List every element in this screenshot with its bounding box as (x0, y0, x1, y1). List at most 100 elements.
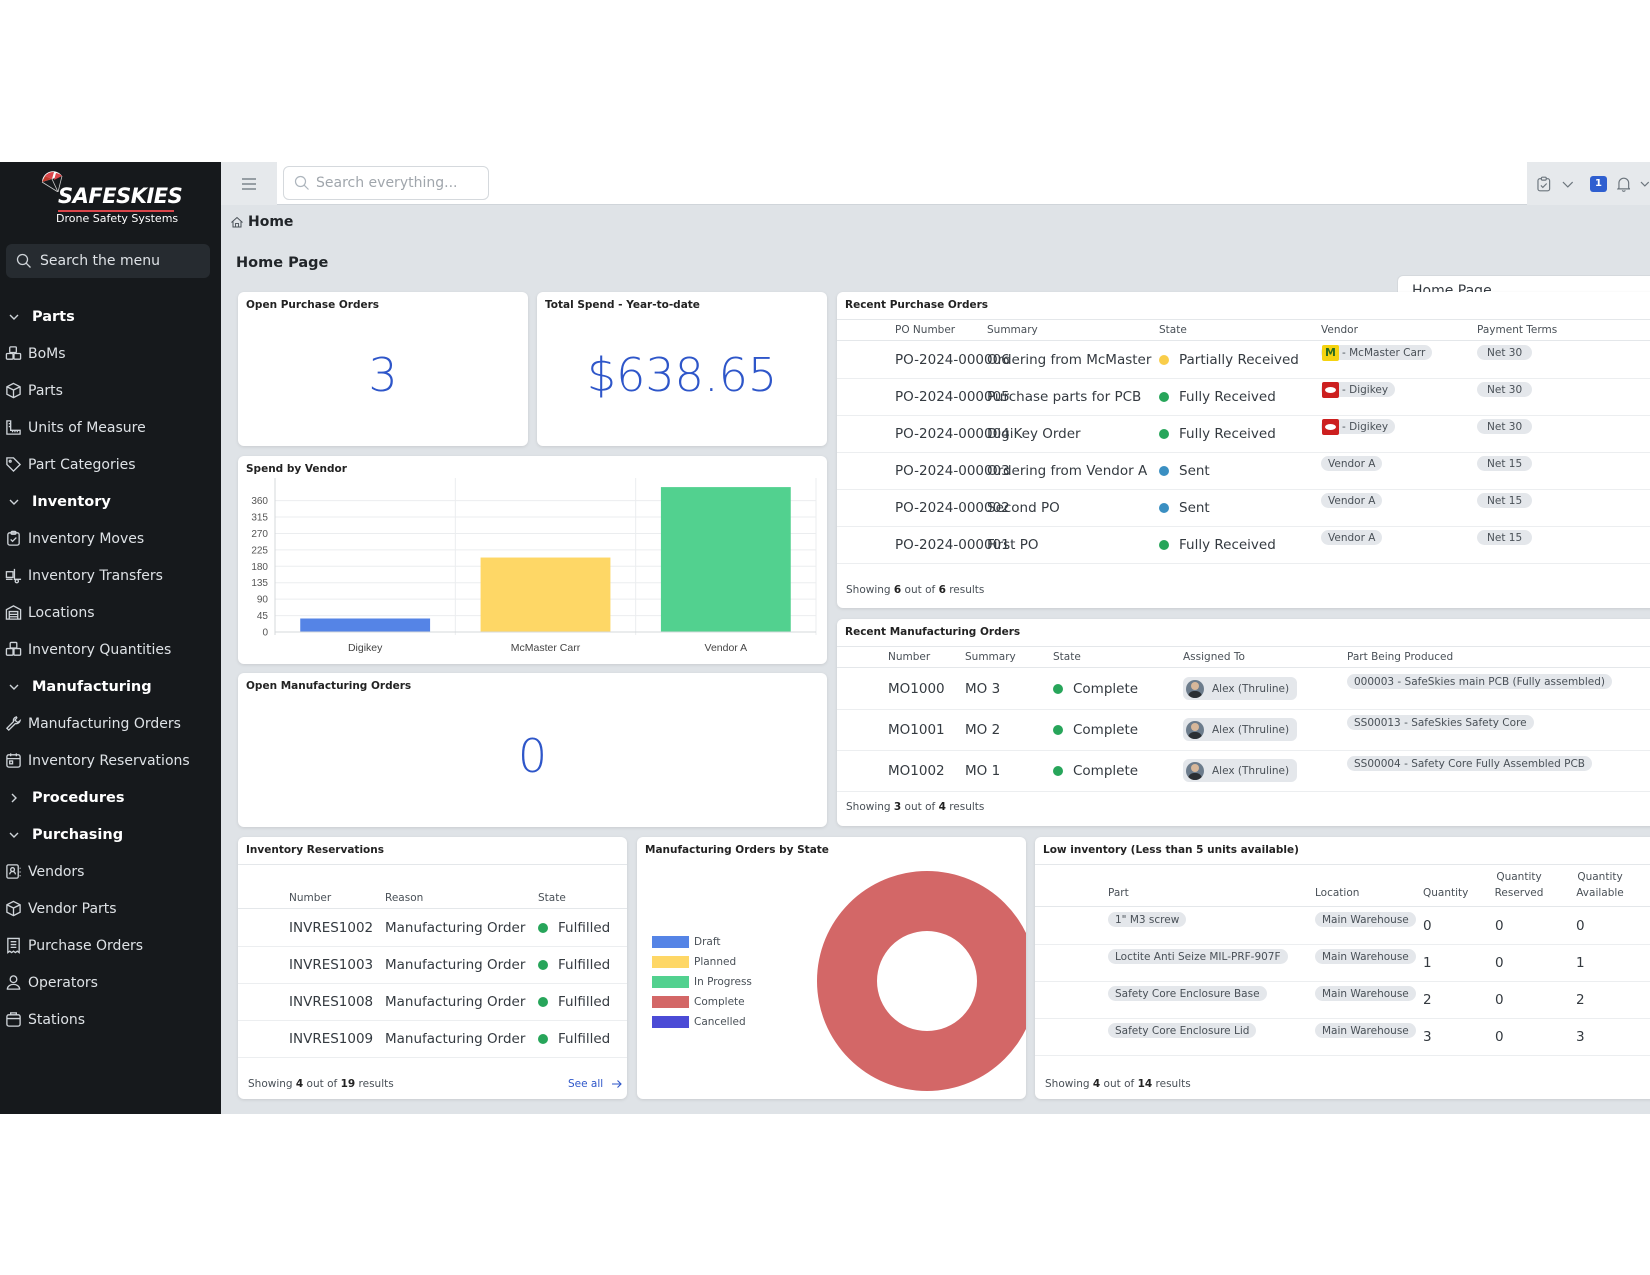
part-location[interactable]: Main Warehouse (1315, 944, 1416, 981)
part-name[interactable]: Loctite Anti Seize MIL-PRF-907F (1108, 944, 1288, 981)
table-row[interactable]: MO1000 MO 3 Complete Alex (Thruline) 000003 … (837, 668, 1650, 709)
sidebar-item-locations[interactable]: Locations (0, 594, 221, 631)
part-pill[interactable]: SS00013 - SafeSkies Safety Core (1347, 715, 1534, 730)
part-name[interactable]: Safety Core Enclosure Lid (1108, 1018, 1257, 1055)
sidebar-group-manufacturing[interactable]: Manufacturing (0, 668, 221, 705)
sidebar-item-inventory-moves[interactable]: Inventory Moves (0, 520, 221, 557)
sidebar-item-inventory-quantities[interactable]: Inventory Quantities (0, 631, 221, 668)
column-header[interactable]: Number (888, 649, 930, 665)
sidebar-item-stations[interactable]: Stations (0, 1001, 221, 1038)
table-row[interactable]: INVRES1009 Manufacturing Order Fulfilled (238, 1020, 627, 1057)
part-name[interactable]: Safety Core Enclosure Base (1108, 981, 1267, 1018)
sidebar-group-purchasing[interactable]: Purchasing (0, 816, 221, 853)
part-location[interactable]: Main Warehouse (1315, 1018, 1416, 1055)
table-row[interactable]: INVRES1008 Manufacturing Order Fulfilled (238, 983, 627, 1020)
sidebar-item-parts[interactable]: Parts (0, 372, 221, 409)
location-pill[interactable]: Main Warehouse (1315, 949, 1416, 964)
column-header[interactable]: State (1053, 649, 1081, 665)
see-all-link[interactable]: See all (568, 1078, 623, 1090)
reservation-number[interactable]: INVRES1003 (289, 946, 373, 983)
column-header[interactable]: Reason (385, 890, 423, 906)
mo-part[interactable]: SS00013 - SafeSkies Safety Core (1347, 709, 1534, 750)
column-header[interactable]: Number (289, 890, 331, 906)
mo-assignee[interactable]: Alex (Thruline) (1183, 750, 1298, 791)
po-vendor[interactable]: Vendor A (1321, 452, 1383, 489)
vendor-pill[interactable]: - Digikey (1321, 418, 1396, 435)
sidebar-item-vendors[interactable]: Vendors (0, 853, 221, 890)
column-header[interactable]: Payment Terms (1477, 322, 1557, 338)
sidebar-group-parts[interactable]: Parts (0, 298, 221, 335)
part-location[interactable]: Main Warehouse (1315, 981, 1416, 1018)
brand-logo[interactable]: SAFESKIES Drone Safety Systems (36, 168, 186, 225)
column-header[interactable]: Assigned To (1183, 649, 1245, 665)
table-row[interactable]: PO-2024-000003 Ordering from Vendor A Sent… (837, 452, 1650, 489)
table-row[interactable]: INVRES1003 Manufacturing Order Fulfilled (238, 946, 627, 983)
mo-number[interactable]: MO1000 (888, 668, 945, 709)
table-row[interactable]: PO-2024-000006 Ordering from McMaster Part… (837, 341, 1650, 378)
global-search[interactable] (283, 166, 489, 200)
sidebar-item-part-categories[interactable]: Part Categories (0, 446, 221, 483)
chevron-down-icon[interactable] (1561, 179, 1575, 189)
assignee-pill[interactable]: Alex (Thruline) (1183, 759, 1298, 782)
total-spend-value[interactable]: $638.65 (537, 348, 827, 402)
assignee-pill[interactable]: Alex (Thruline) (1183, 718, 1298, 741)
sidebar-item-units-of-measure[interactable]: Units of Measure (0, 409, 221, 446)
column-header[interactable]: Location (1315, 885, 1359, 901)
column-header[interactable]: Vendor (1321, 322, 1358, 338)
column-header[interactable]: PO Number (895, 322, 955, 338)
po-vendor[interactable]: M- McMaster Carr (1321, 341, 1433, 378)
column-header[interactable]: State (1159, 322, 1187, 338)
sidebar-item-inventory-transfers[interactable]: Inventory Transfers (0, 557, 221, 594)
po-vendor[interactable]: Vendor A (1321, 489, 1383, 526)
table-row[interactable]: PO-2024-000001 First PO Fully Received Vend… (837, 526, 1650, 563)
sidebar-item-boms[interactable]: BoMs (0, 335, 221, 372)
po-vendor[interactable]: - Digikey (1321, 415, 1396, 452)
sidebar-item-inventory-reservations[interactable]: Inventory Reservations (0, 742, 221, 779)
sidebar-group-procedures[interactable]: Procedures (0, 779, 221, 816)
table-row[interactable]: MO1002 MO 1 Complete Alex (Thruline) SS00004… (837, 750, 1650, 791)
part-pill[interactable]: 000003 - SafeSkies main PCB (Fully assem… (1347, 674, 1612, 689)
mo-part[interactable]: SS00004 - Safety Core Fully Assembled PC… (1347, 750, 1592, 791)
part-pill[interactable]: Loctite Anti Seize MIL-PRF-907F (1108, 949, 1288, 964)
column-header[interactable]: Summary (987, 322, 1038, 338)
sidebar-item-vendor-parts[interactable]: Vendor Parts (0, 890, 221, 927)
location-pill[interactable]: Main Warehouse (1315, 986, 1416, 1001)
table-row[interactable]: Safety Core Enclosure Base Main Warehouse… (1035, 981, 1650, 1018)
open-mo-value[interactable]: 0 (238, 729, 827, 783)
vendor-pill[interactable]: M- McMaster Carr (1321, 344, 1433, 361)
table-row[interactable]: PO-2024-000004 DigiKey Order Fully Receive… (837, 415, 1650, 452)
mo-assignee[interactable]: Alex (Thruline) (1183, 709, 1298, 750)
part-pill[interactable]: Safety Core Enclosure Base (1108, 986, 1267, 1001)
donut-slice-complete[interactable] (817, 871, 1026, 1091)
menu-toggle-button[interactable] (221, 162, 277, 205)
column-header[interactable]: Part (1108, 885, 1129, 901)
mo-number[interactable]: MO1001 (888, 709, 945, 750)
notification-count-badge[interactable]: 1 (1590, 175, 1607, 192)
po-vendor[interactable]: - Digikey (1321, 378, 1396, 415)
part-name[interactable]: 1" M3 screw (1108, 907, 1187, 944)
vendor-pill[interactable]: Vendor A (1321, 456, 1383, 471)
mo-number[interactable]: MO1002 (888, 750, 945, 791)
table-row[interactable]: MO1001 MO 2 Complete Alex (Thruline) SS00013… (837, 709, 1650, 750)
table-row[interactable]: PO-2024-000002 Second PO Sent Vendor A Net 1… (837, 489, 1650, 526)
menu-search-input[interactable]: Search the menu (6, 244, 210, 278)
column-header[interactable]: Quantity Reserved (1489, 869, 1549, 901)
chevron-down-icon[interactable] (1640, 179, 1650, 189)
column-header[interactable]: Quantity (1423, 885, 1468, 901)
vendor-pill[interactable]: - Digikey (1321, 381, 1396, 398)
breadcrumb-home[interactable]: Home (248, 214, 293, 230)
vendor-pill[interactable]: Vendor A (1321, 530, 1383, 545)
po-vendor[interactable]: Vendor A (1321, 526, 1383, 563)
reservation-number[interactable]: INVRES1009 (289, 1020, 373, 1057)
table-row[interactable]: INVRES1002 Manufacturing Order Fulfilled (238, 909, 627, 946)
mo-assignee[interactable]: Alex (Thruline) (1183, 668, 1298, 709)
sidebar-item-manufacturing-orders[interactable]: Manufacturing Orders (0, 705, 221, 742)
sidebar-item-operators[interactable]: Operators (0, 964, 221, 1001)
reservation-number[interactable]: INVRES1008 (289, 983, 373, 1020)
table-row[interactable]: Safety Core Enclosure Lid Main Warehouse 3… (1035, 1018, 1650, 1055)
part-pill[interactable]: Safety Core Enclosure Lid (1108, 1023, 1257, 1038)
part-pill[interactable]: 1" M3 screw (1108, 912, 1187, 927)
open-po-value[interactable]: 3 (238, 348, 528, 402)
bell-icon[interactable] (1616, 176, 1631, 192)
table-row[interactable]: Loctite Anti Seize MIL-PRF-907F Main Ware… (1035, 944, 1650, 981)
